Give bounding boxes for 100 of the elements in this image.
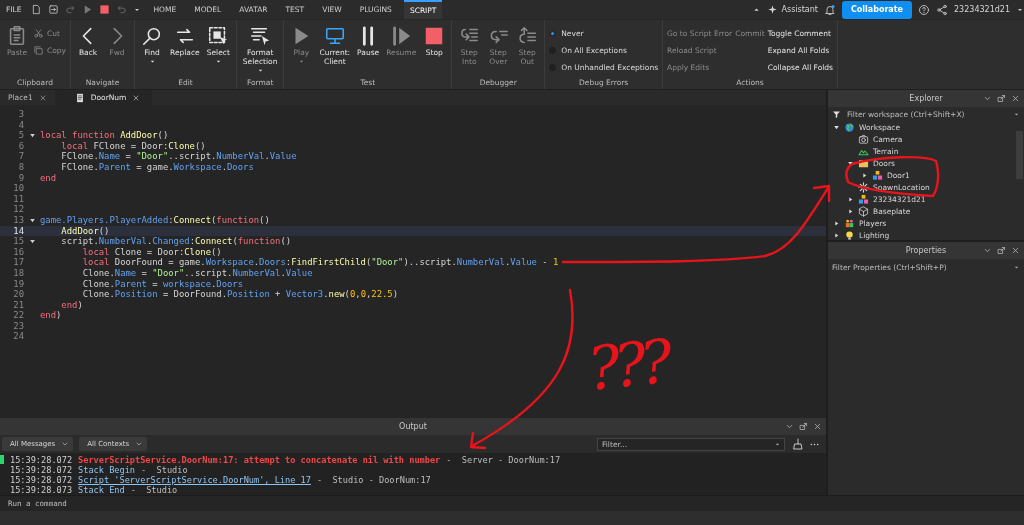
log-time: 15:39:28.072 bbox=[10, 455, 73, 465]
code-line: local Clone = Door:Clone() bbox=[81, 246, 222, 258]
log-source: - Studio - DoorNum:17 bbox=[316, 475, 431, 485]
line-number: 4 bbox=[17, 119, 24, 131]
undock-icon[interactable] bbox=[997, 94, 1006, 103]
close-icon[interactable] bbox=[132, 93, 141, 102]
collapse-arrow-icon[interactable] bbox=[846, 159, 854, 167]
blocks-icon bbox=[872, 169, 883, 181]
line-number: 17 bbox=[12, 257, 24, 268]
share-icon[interactable] bbox=[936, 3, 948, 16]
line-number: 18 bbox=[12, 267, 24, 279]
line-number: 3 bbox=[17, 109, 24, 120]
cube-icon bbox=[858, 205, 869, 217]
help-icon[interactable] bbox=[918, 3, 930, 16]
folder-icon bbox=[858, 157, 869, 169]
caret-icon bbox=[1013, 264, 1020, 271]
chevron-down-icon[interactable] bbox=[785, 422, 794, 431]
log-source: - Studio bbox=[130, 485, 178, 495]
log-time: 15:39:28.072 bbox=[10, 475, 73, 485]
gear-icon bbox=[858, 181, 869, 193]
expand-arrow-icon[interactable] bbox=[860, 171, 868, 179]
log-message: Stack End bbox=[78, 485, 125, 495]
chevron-down-icon[interactable] bbox=[983, 94, 992, 103]
document-icon bbox=[74, 92, 85, 103]
collapse-arrow-icon[interactable] bbox=[832, 123, 840, 131]
fold-arrow-icon[interactable] bbox=[28, 216, 36, 224]
broom-icon[interactable] bbox=[791, 438, 803, 450]
line-number: 8 bbox=[17, 161, 24, 173]
code-line: FClone.Parent = game.Workspace.Doors bbox=[60, 161, 254, 173]
copy-icon bbox=[33, 44, 44, 56]
stop-icon[interactable] bbox=[99, 4, 111, 15]
panel-title: Explorer bbox=[909, 94, 943, 103]
code-line: local function AddDoor() bbox=[40, 130, 169, 141]
chevron-down-icon bbox=[61, 440, 70, 448]
code-line: end bbox=[40, 172, 57, 184]
line-number: 21 bbox=[12, 299, 24, 311]
format-icon bbox=[249, 25, 272, 47]
close-icon[interactable] bbox=[38, 93, 47, 102]
line-number: 22 bbox=[12, 310, 24, 321]
code-line: AddDoor() bbox=[60, 225, 110, 237]
line-number: 11 bbox=[12, 193, 24, 205]
fold-arrow-icon[interactable] bbox=[28, 132, 36, 139]
log-source: - Studio bbox=[141, 465, 188, 475]
filter-icon[interactable] bbox=[832, 109, 841, 119]
close-icon[interactable] bbox=[1011, 246, 1020, 255]
camera-icon bbox=[858, 133, 869, 145]
line-number: 10 bbox=[12, 183, 24, 194]
selection-icon bbox=[207, 25, 230, 47]
line-number: 9 bbox=[17, 172, 24, 184]
close-icon[interactable] bbox=[813, 422, 822, 431]
code-line: local FClone = Door:Clone() bbox=[60, 140, 206, 152]
code-line: script.NumberVal.Changed:Connect(function() bbox=[60, 236, 292, 247]
import-icon[interactable] bbox=[48, 4, 60, 15]
panel-title: Properties bbox=[905, 246, 947, 255]
bulb-icon bbox=[844, 229, 855, 240]
fold-arrow-icon[interactable] bbox=[28, 237, 36, 245]
code-line: end) bbox=[60, 299, 83, 311]
bell-icon[interactable] bbox=[823, 3, 836, 16]
play-icon[interactable] bbox=[82, 4, 94, 15]
code-line: game.Players.PlayerAdded:Connect(function() bbox=[40, 214, 270, 226]
monitor-icon bbox=[323, 25, 346, 47]
panel-title: Output bbox=[399, 422, 427, 431]
chevron-down-icon[interactable] bbox=[983, 246, 992, 255]
code-line: FClone.Name = "Door"..script.NumberVal.Value bbox=[60, 151, 297, 162]
blocks-icon bbox=[858, 193, 869, 205]
line-number: 19 bbox=[12, 278, 24, 290]
user-menu[interactable]: 23234321d21 bbox=[954, 5, 1010, 14]
scissors-icon bbox=[33, 27, 44, 39]
log-message: Stack Begin bbox=[78, 465, 135, 475]
close-icon[interactable] bbox=[1011, 94, 1020, 103]
log-time: 15:39:28.072 bbox=[10, 465, 73, 475]
line-number: 24 bbox=[12, 331, 24, 343]
chevron-down-icon bbox=[135, 440, 144, 448]
code-line: Clone.Name = "Door"..script.NumberVal.Value bbox=[81, 267, 313, 279]
line-number: 13 bbox=[12, 214, 24, 226]
code-line: Clone.Position = DoorFound.Position + Vector3.new(0,0,22.5) bbox=[81, 289, 399, 300]
code-line: Clone.Parent = workspace.Doors bbox=[81, 278, 244, 290]
log-source: - Server - DoorNum:17 bbox=[446, 455, 561, 465]
line-number: 6 bbox=[17, 140, 24, 152]
line-number: 23 bbox=[12, 320, 24, 332]
line-number: 5 bbox=[17, 130, 24, 141]
assistant-button[interactable]: Assistant bbox=[767, 4, 818, 15]
code-line: end) bbox=[40, 310, 62, 321]
people-icon bbox=[844, 217, 855, 229]
undock-icon[interactable] bbox=[997, 246, 1006, 255]
line-number: 15 bbox=[12, 236, 24, 247]
new-file-icon[interactable] bbox=[31, 4, 43, 15]
undock-icon[interactable] bbox=[799, 422, 808, 431]
log-link[interactable]: Script 'ServerScriptService.DoorNum', Line 17 bbox=[78, 475, 311, 485]
chevron-up-icon[interactable] bbox=[752, 5, 762, 14]
sparkle-icon bbox=[767, 4, 779, 15]
code-line: local DoorFound = game.Workspace.Doors:FindFirstChild("Door")..script.NumberVal.Value - 1 bbox=[81, 257, 559, 268]
line-number: 7 bbox=[17, 151, 24, 162]
log-message: ServerScriptService.DoorNum:17: attempt to concatenate nil with number bbox=[78, 455, 441, 465]
log-time: 15:39:28.073 bbox=[10, 485, 73, 495]
globe-icon bbox=[844, 121, 855, 133]
line-number: 20 bbox=[12, 289, 24, 300]
handwritten-note: ??? bbox=[584, 326, 670, 404]
line-number: 12 bbox=[12, 204, 24, 215]
line-number: 14 bbox=[12, 225, 24, 237]
